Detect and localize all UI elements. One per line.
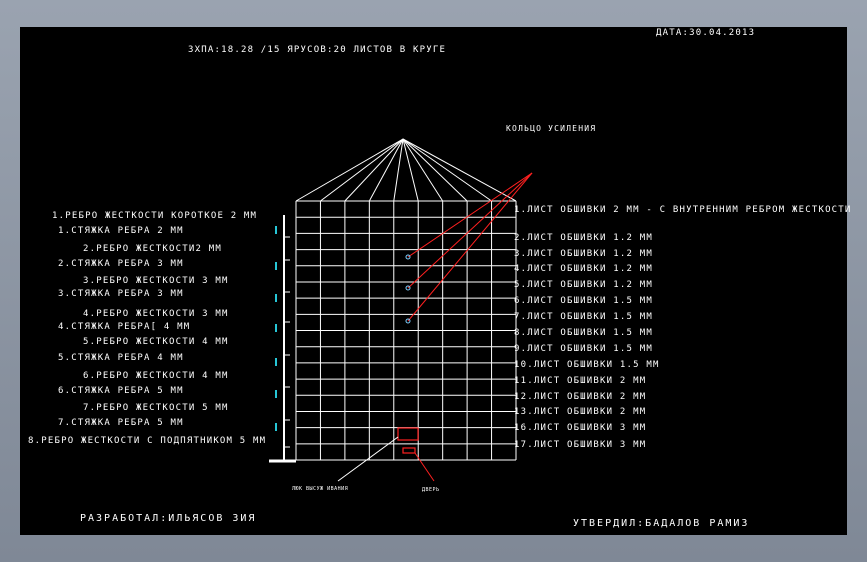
roof-line [402,138,517,202]
left-label: 6.РЕБРО ЖЕСТКОСТИ 4 ММ [83,371,229,381]
left-label: 1.РЕБРО ЖЕСТКОСТИ КОРОТКОЕ 2 ММ [52,211,258,221]
right-label: 9.ЛИСТ ОБШИВКИ 1.5 ММ [514,344,653,354]
left-label: 1.СТЯЖКА РЕБРА 2 ММ [58,226,184,236]
left-label: 4.РЕБРО ЖЕСТКОСТИ 3 ММ [83,309,229,319]
right-label: 4.ЛИСТ ОБШИВКИ 1.2 ММ [514,264,653,274]
left-label: 4.СТЯЖКА РЕБРА[ 4 ММ [58,322,191,332]
left-label: 3.СТЯЖКА РЕБРА 3 ММ [58,289,184,299]
left-label: 5.СТЯЖКА РЕБРА 4 ММ [58,353,184,363]
left-label: 8.РЕБРО ЖЕСТКОСТИ С ПОДПЯТНИКОМ 5 ММ [28,436,267,446]
developer-label: РАЗРАБОТАЛ:ИЛЬЯСОВ ЗИЯ [80,513,257,524]
left-label: 7.СТЯЖКА РЕБРА 5 ММ [58,418,184,428]
right-label: 12.ЛИСТ ОБШИВКИ 2 ММ [514,392,647,402]
left-label: 6.СТЯЖКА РЕБРА 5 ММ [58,386,184,396]
drawing-title: ЗХПА:18.28 /15 ЯРУСОВ:20 ЛИСТОВ В КРУГЕ [188,45,447,55]
right-label: 3.ЛИСТ ОБШИВКИ 1.2 ММ [514,249,653,259]
hatch-rect [397,427,419,441]
left-label: 7.РЕБРО ЖЕСТКОСТИ 5 ММ [83,403,229,413]
door-leader [414,452,435,482]
door-label: ДВЕРЬ [422,487,440,493]
left-label: 2.РЕБРО ЖЕСТКОСТИ2 ММ [83,244,222,254]
left-label: 2.СТЯЖКА РЕБРА 3 ММ [58,259,184,269]
hatch-label: ЛЮК ВЫСУЖ ИВАНИЯ [292,486,349,492]
right-label: 8.ЛИСТ ОБШИВКИ 1.5 ММ [514,328,653,338]
roof-line [295,138,404,202]
right-label: 16.ЛИСТ ОБШИВКИ 3 ММ [514,423,647,433]
right-label: 2.ЛИСТ ОБШИВКИ 1.2 ММ [514,233,653,243]
door-rect [402,447,416,454]
roof-line [402,138,444,202]
ring-label: КОЛЬЦО УСИЛЕНИЯ [506,124,597,133]
right-label: 7.ЛИСТ ОБШИВКИ 1.5 ММ [514,312,653,322]
right-label: 5.ЛИСТ ОБШИВКИ 1.2 ММ [514,280,653,290]
right-label: 6.ЛИСТ ОБШИВКИ 1.5 ММ [514,296,653,306]
right-label: 17.ЛИСТ ОБШИВКИ 3 ММ [514,440,647,450]
date-label: ДАТА:30.04.2013 [656,28,756,38]
right-label: 1.ЛИСТ ОБШИВКИ 2 ММ - С ВНУТРЕННИМ РЕБРО… [514,205,852,215]
drawing-canvas: ДАТА:30.04.2013 ЗХПА:18.28 /15 ЯРУСОВ:20… [20,27,850,535]
roof-line [402,138,468,202]
right-label: 10.ЛИСТ ОБШИВКИ 1.5 ММ [514,360,660,370]
left-label: 3.РЕБРО ЖЕСТКОСТИ 3 ММ [83,276,229,286]
roof-line [320,138,404,202]
left-label: 5.РЕБРО ЖЕСТКОСТИ 4 ММ [83,337,229,347]
right-label: 11.ЛИСТ ОБШИВКИ 2 ММ [514,376,647,386]
approver-label: УТВЕРДИЛ:БАДАЛОВ РАМИЗ [573,518,750,529]
right-label: 13.ЛИСТ ОБШИВКИ 2 ММ [514,407,647,417]
